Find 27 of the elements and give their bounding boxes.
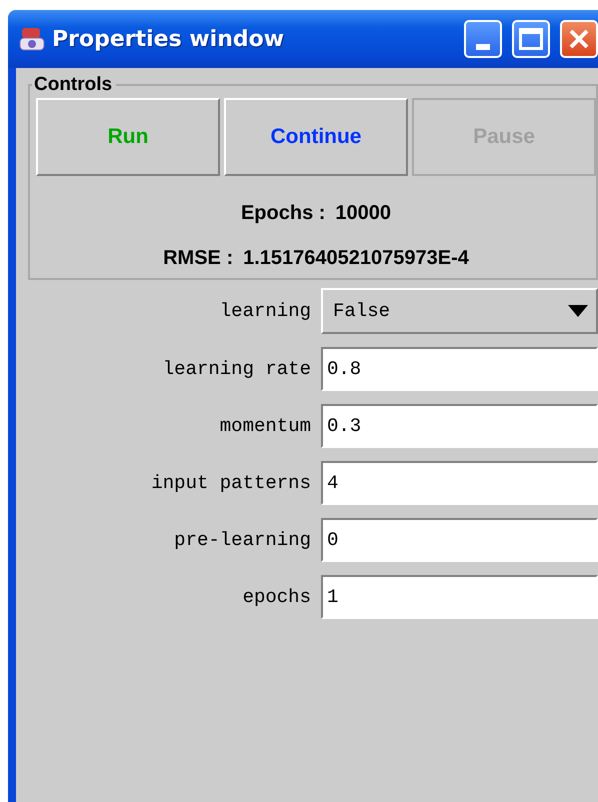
stat-value: 10000	[335, 202, 392, 225]
input-field[interactable]: 1	[321, 575, 598, 619]
input-field[interactable]: 0	[321, 518, 598, 562]
minimize-icon	[476, 44, 490, 50]
maximize-button[interactable]	[512, 20, 550, 58]
field-label: momentum	[218, 415, 311, 437]
window-title: Properties window	[52, 26, 286, 52]
stat-label: RMSE :	[163, 247, 234, 270]
maximize-icon	[519, 28, 543, 50]
input-field[interactable]: 0.8	[321, 347, 598, 391]
close-icon	[568, 28, 590, 50]
field-label: learning	[218, 300, 311, 322]
dropdown[interactable]: False	[321, 288, 598, 334]
group-title: Controls	[33, 74, 114, 96]
field-label: learning rate	[162, 358, 311, 380]
field-label: epochs	[242, 586, 311, 608]
field-label: input patterns	[150, 472, 311, 494]
input-field[interactable]: 0.3	[321, 404, 598, 448]
input-field[interactable]: 4	[321, 461, 598, 505]
stat-value: 1.1517640521075973E-4	[243, 247, 469, 270]
caret-icon	[568, 305, 588, 317]
stat-label: Epochs :	[240, 202, 326, 225]
close-button[interactable]	[560, 20, 598, 58]
continue-button[interactable]: Continue	[224, 98, 408, 176]
app-icon	[18, 25, 46, 53]
minimize-button[interactable]	[464, 20, 502, 58]
field-label: pre-learning	[173, 529, 311, 551]
